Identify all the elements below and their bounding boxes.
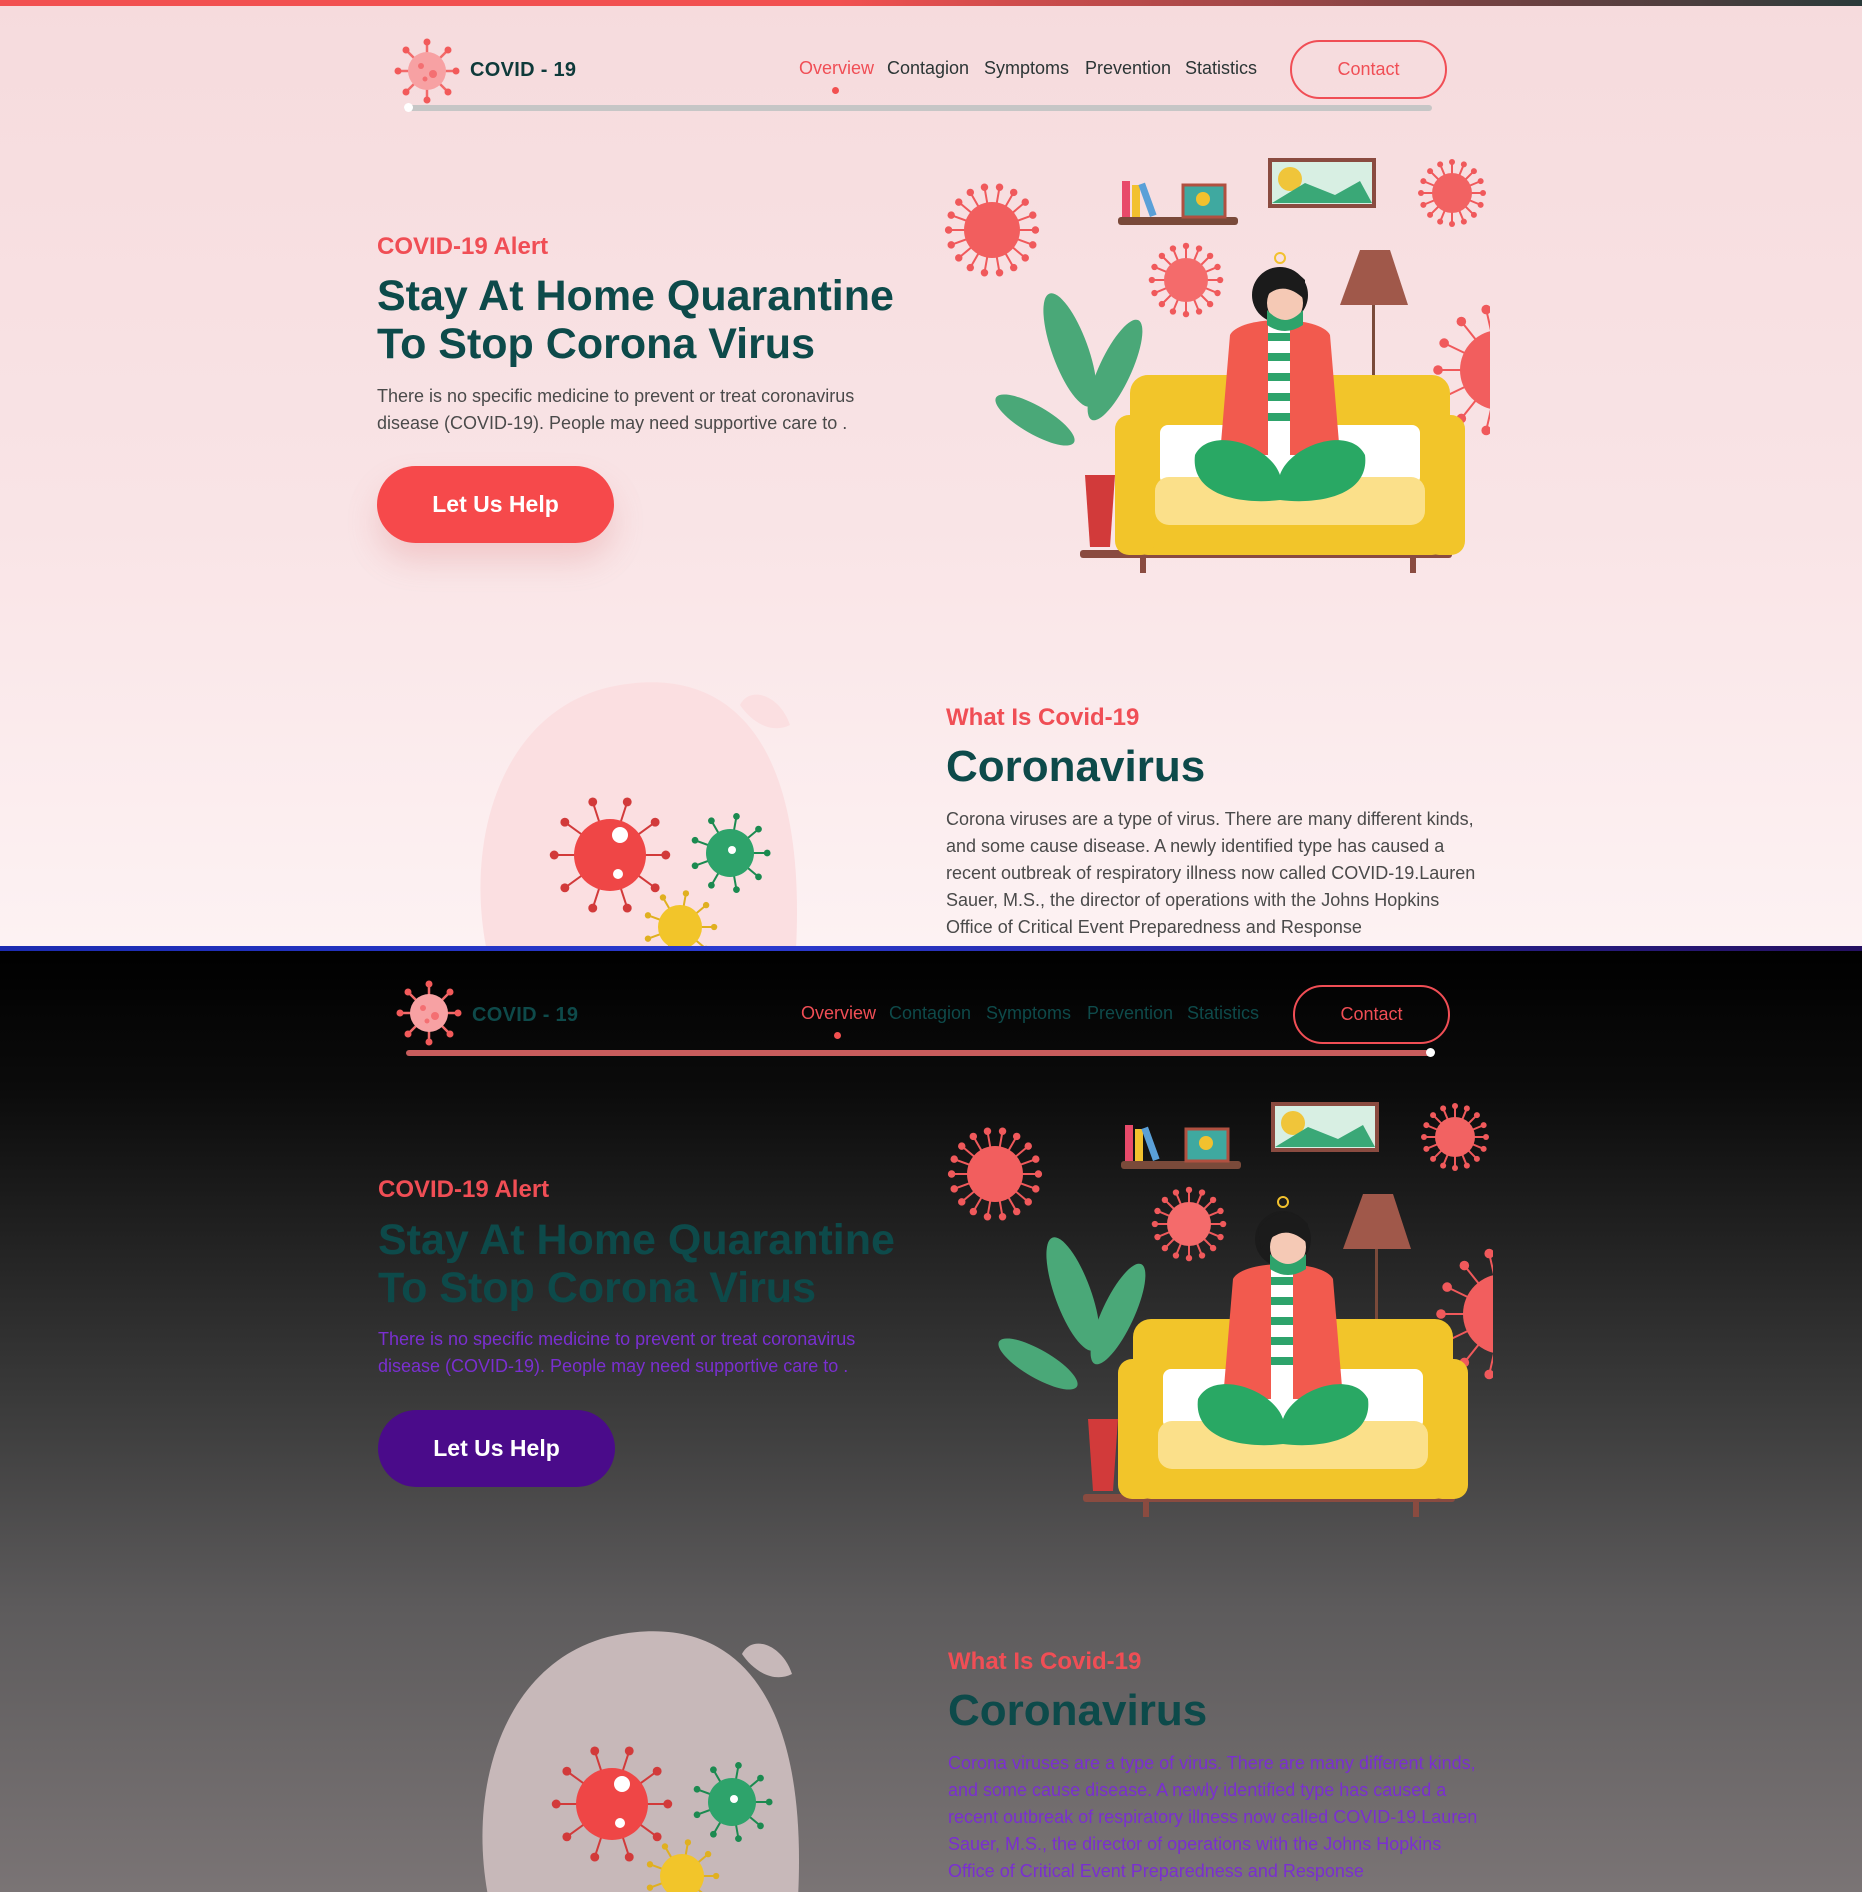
let-us-help-button[interactable]: Let Us Help	[378, 1410, 615, 1487]
scroll-progress-knob	[404, 103, 413, 112]
virus-cluster-illustration	[482, 1631, 800, 1892]
nav-overview[interactable]: Overview	[799, 58, 874, 79]
nav-statistics[interactable]: Statistics	[1185, 58, 1257, 79]
scroll-progress-knob	[1426, 1048, 1435, 1057]
light-theme-screenshot: COVID - 19 Overview Contagion Symptoms P…	[0, 0, 1862, 946]
hero-description: There is no specific medicine to prevent…	[378, 1329, 856, 1376]
hero-eyebrow: COVID-19 Alert	[377, 233, 549, 260]
virus-cluster-illustration	[480, 682, 798, 946]
hero-title: Stay At Home Quarantine To Stop Corona Vi…	[378, 1216, 895, 1312]
top-accent-line	[0, 946, 1862, 951]
virus-logo-icon[interactable]	[392, 36, 462, 106]
let-us-help-button[interactable]: Let Us Help	[377, 466, 614, 543]
nav-contagion[interactable]: Contagion	[887, 58, 969, 79]
scroll-progress-bar	[406, 1050, 1434, 1056]
nav-symptoms[interactable]: Symptoms	[986, 1003, 1071, 1024]
nav-contagion[interactable]: Contagion	[889, 1003, 971, 1024]
top-accent-line	[0, 0, 1862, 6]
hero-title: Stay At Home Quarantine To Stop Corona Vi…	[377, 272, 894, 368]
nav-statistics[interactable]: Statistics	[1187, 1003, 1259, 1024]
section-title: Coronavirus	[946, 742, 1206, 791]
brand-name[interactable]: COVID - 19	[472, 1004, 578, 1027]
section-eyebrow: What Is Covid-19	[946, 704, 1140, 731]
scroll-progress-bar	[404, 105, 1432, 111]
nav-symptoms[interactable]: Symptoms	[984, 58, 1069, 79]
active-nav-indicator	[834, 1032, 841, 1039]
section-description: Corona viruses are a type of virus. Ther…	[946, 809, 1476, 937]
virus-logo-icon[interactable]	[394, 978, 464, 1048]
contact-button[interactable]: Contact	[1293, 985, 1450, 1044]
nav-overview[interactable]: Overview	[801, 1003, 876, 1024]
dark-theme-screenshot: COVID - 19 Overview Contagion Symptoms P…	[0, 946, 1862, 1892]
section-title: Coronavirus	[948, 1686, 1208, 1735]
active-nav-indicator	[832, 87, 839, 94]
woman-on-sofa-illustration	[944, 158, 1490, 573]
section-eyebrow: What Is Covid-19	[948, 1648, 1142, 1675]
brand-name[interactable]: COVID - 19	[470, 59, 576, 82]
hero-description: There is no specific medicine to prevent…	[377, 386, 855, 433]
contact-button[interactable]: Contact	[1290, 40, 1447, 99]
section-description: Corona viruses are a type of virus. Ther…	[948, 1753, 1478, 1881]
nav-prevention[interactable]: Prevention	[1085, 58, 1171, 79]
woman-on-sofa-illustration	[947, 1102, 1493, 1517]
nav-prevention[interactable]: Prevention	[1087, 1003, 1173, 1024]
hero-eyebrow: COVID-19 Alert	[378, 1176, 550, 1203]
